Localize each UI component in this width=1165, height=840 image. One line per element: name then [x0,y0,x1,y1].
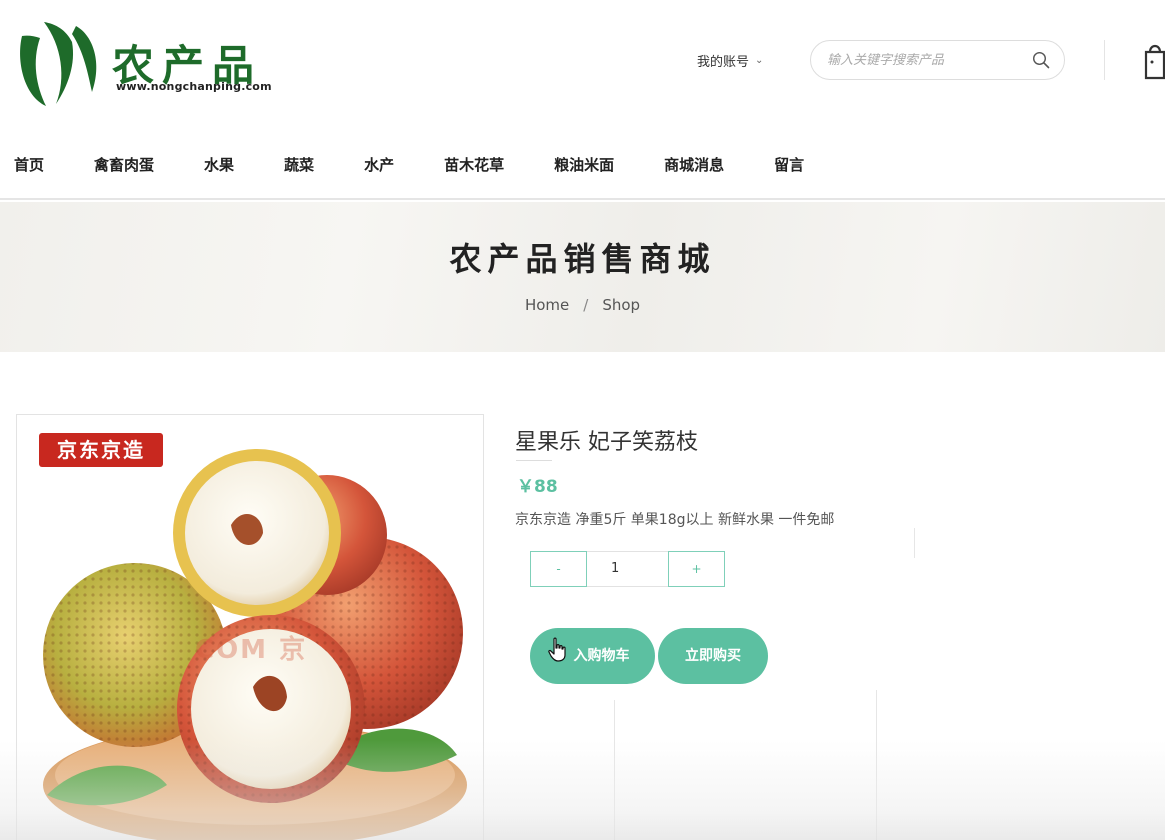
chevron-down-icon: ⌄ [755,55,764,66]
quantity-decrease-button[interactable]: - [530,551,587,587]
page-title: 农产品销售商城 [449,240,716,278]
search-icon[interactable] [1032,51,1050,69]
decorative-line [914,528,915,558]
hand-cursor-icon [548,637,566,662]
title-underline [516,460,552,461]
site-header: 农产品 www.nongchanping.com 我的账号 ⌄ [0,0,1165,120]
breadcrumb-separator: / [583,296,589,314]
search-box [810,40,1065,80]
breadcrumb-shop: Shop [602,296,641,314]
image-watermark: COM 京 [195,635,308,665]
decorative-line [876,690,877,840]
logo-leaf-icon [20,22,97,106]
main-nav: 首页 禽畜肉蛋 水果 蔬菜 水产 苗木花草 粮油米面 商城消息 留言 [0,130,1165,200]
nav-item-grain-oil[interactable]: 粮油米面 [554,154,614,175]
quantity-input[interactable]: 1 [587,551,668,587]
nav-item-seafood[interactable]: 水产 [364,154,394,175]
buy-now-button[interactable]: 立即购买 [658,628,768,684]
product-description: 京东京造 净重5斤 单果18g以上 新鲜水果 一件免邮 [515,512,835,528]
product-image[interactable]: 京东京造 COM 京 [16,414,484,840]
search-input[interactable] [827,49,1027,71]
account-label: 我的账号 [697,55,750,70]
breadcrumb: Home / Shop [0,296,1165,314]
jd-badge: 京东京造 [39,433,163,467]
nav-item-vegetables[interactable]: 蔬菜 [284,154,314,175]
nav-item-message[interactable]: 留言 [774,154,804,175]
breadcrumb-home[interactable]: Home [525,296,569,314]
nav-item-news[interactable]: 商城消息 [664,154,724,175]
nav-item-fruit[interactable]: 水果 [204,154,234,175]
quantity-stepper: - 1 + [530,551,725,587]
header-divider [1104,40,1105,80]
nav-item-livestock[interactable]: 禽畜肉蛋 [94,154,154,175]
lychee-illustration [43,449,467,840]
decorative-line [614,700,615,840]
product-name: 星果乐 妃子笑荔枝 [515,430,698,455]
logo-url: www.nongchanping.com [116,80,272,93]
page-banner: 农产品销售商城 Home / Shop [0,202,1165,352]
nav-item-plants[interactable]: 苗木花草 [444,154,504,175]
site-logo[interactable]: 农产品 www.nongchanping.com [14,16,274,112]
nav-item-home[interactable]: 首页 [14,154,44,175]
add-to-cart-label: 入购物车 [573,648,630,664]
shopping-bag-icon[interactable] [1140,38,1165,80]
my-account-menu[interactable]: 我的账号 ⌄ [697,51,763,70]
quantity-increase-button[interactable]: + [668,551,725,587]
product-price: ￥88 [517,477,558,497]
